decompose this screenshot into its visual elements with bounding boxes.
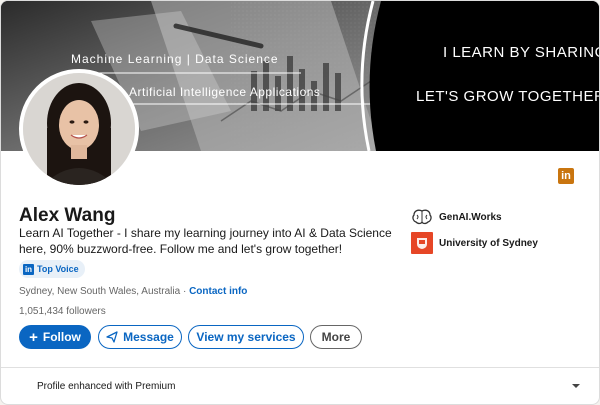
plus-icon: + — [29, 328, 38, 346]
top-voice-badge[interactable]: in Top Voice — [19, 260, 85, 278]
chevron-down-icon[interactable] — [571, 382, 581, 390]
more-button[interactable]: More — [310, 325, 362, 349]
send-icon — [106, 331, 118, 343]
linkedin-icon: in — [23, 263, 34, 275]
followers-count[interactable]: 1,051,434 followers — [19, 306, 106, 317]
banner-slogan-2: LET'S GROW TOGETHER — [416, 88, 600, 105]
more-label: More — [321, 330, 351, 344]
profile-location-line: Sydney, New South Wales, Australia · Con… — [19, 286, 247, 297]
premium-enhanced-label[interactable]: Profile enhanced with Premium — [37, 381, 175, 392]
profile-avatar[interactable] — [19, 69, 139, 189]
profile-name: Alex Wang — [19, 205, 116, 226]
org-genai-works[interactable]: GenAI.Works — [411, 206, 502, 228]
banner-tagline-ml: Machine Learning | Data Science — [71, 52, 279, 66]
brain-icon — [411, 206, 433, 228]
org-name: GenAI.Works — [439, 211, 502, 223]
university-crest-icon — [411, 232, 433, 254]
banner-tagline-ai: Artificial Intelligence Applications — [129, 85, 321, 99]
message-button[interactable]: Message — [98, 325, 182, 349]
org-university-of-sydney[interactable]: University of Sydney — [411, 232, 538, 254]
view-services-label: View my services — [196, 330, 296, 344]
contact-info-link[interactable]: Contact info — [189, 286, 247, 297]
section-divider — [1, 367, 599, 368]
location-separator: · — [180, 286, 190, 297]
top-voice-label: Top Voice — [37, 264, 79, 274]
view-services-button[interactable]: View my services — [188, 325, 304, 349]
org-name: University of Sydney — [439, 237, 538, 249]
follow-button[interactable]: + Follow — [19, 325, 91, 349]
avatar-photo — [23, 73, 135, 185]
message-label: Message — [123, 330, 174, 344]
linkedin-premium-icon: in — [558, 168, 574, 184]
profile-card: Machine Learning | Data Science Artifici… — [0, 0, 600, 405]
follow-label: Follow — [42, 330, 81, 344]
banner-slogan-1: I LEARN BY SHARING — [443, 44, 600, 61]
location-text: Sydney, New South Wales, Australia — [19, 286, 181, 297]
profile-headline: Learn AI Together - I share my learning … — [19, 226, 392, 256]
